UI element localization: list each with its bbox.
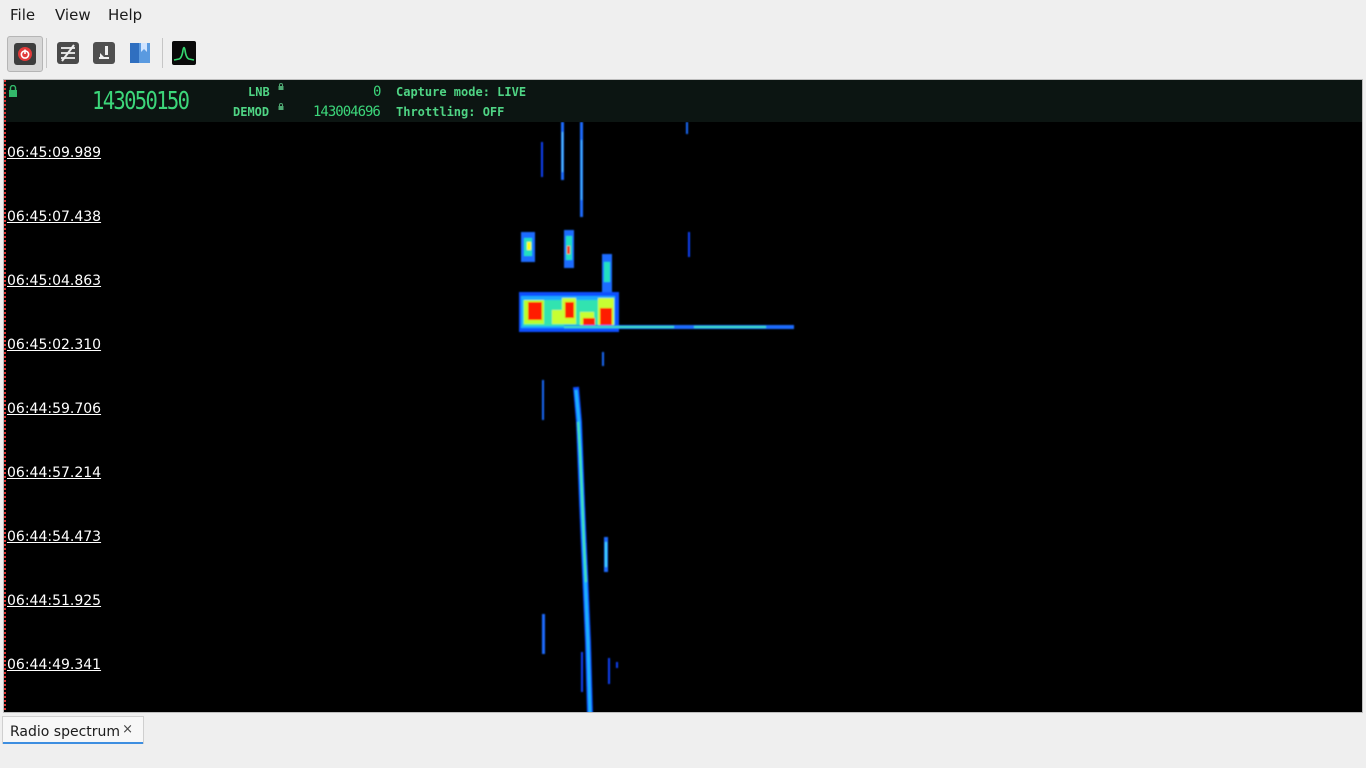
adjust-icon <box>57 42 79 64</box>
toolbar-separator <box>46 38 47 68</box>
capture-mode-status: Capture mode: LIVE <box>396 85 527 99</box>
lock-icon[interactable] <box>8 85 18 97</box>
spectrum-button[interactable] <box>167 36 201 70</box>
close-icon[interactable]: × <box>122 722 133 737</box>
power-button[interactable] <box>7 36 43 72</box>
tab-radio-spectrum[interactable]: Radio spectrum × <box>2 716 144 744</box>
demod-frequency-value[interactable]: 143004696 <box>313 104 381 120</box>
timestamp-label: 06:45:07.438 <box>7 209 102 225</box>
spectrum-view[interactable]: 143050150 LNB DEMOD 0 143004696 Capture … <box>3 79 1363 713</box>
cursor-marker <box>4 80 6 712</box>
lnb-label: LNB <box>248 85 270 99</box>
signal-traces <box>519 122 794 712</box>
timestamp-label: 06:44:57.214 <box>7 465 102 481</box>
waterfall-display[interactable] <box>4 122 1362 713</box>
settings-button[interactable] <box>51 36 85 70</box>
throttling-status: Throttling: OFF <box>396 105 505 119</box>
timestamp-label: 06:44:49.341 <box>7 657 102 673</box>
timestamp-label: 06:45:02.310 <box>7 337 102 353</box>
timestamp-label: 06:45:04.863 <box>7 273 102 289</box>
timestamp-label: 06:45:09.989 <box>7 145 102 161</box>
tab-bar: Radio spectrum × <box>0 714 1366 768</box>
bookmark-button[interactable] <box>123 36 157 70</box>
frequency-header: 143050150 LNB DEMOD 0 143004696 Capture … <box>4 80 1362 122</box>
toolbar <box>0 32 1366 74</box>
active-tab-indicator <box>3 742 143 744</box>
toolbar-separator <box>162 38 163 68</box>
power-icon <box>14 43 36 65</box>
menu-view[interactable]: View <box>55 6 91 24</box>
record-button[interactable] <box>87 36 121 70</box>
demod-label: DEMOD <box>233 105 270 119</box>
timestamp-label: 06:44:59.706 <box>7 401 102 417</box>
lnb-lock-icon[interactable] <box>278 83 284 90</box>
menu-file[interactable]: File <box>10 6 35 24</box>
demod-lock-icon[interactable] <box>278 103 284 110</box>
menubar: File View Help <box>0 0 1366 30</box>
timestamp-label: 06:44:51.925 <box>7 593 102 609</box>
spectrum-icon <box>172 41 196 65</box>
lnb-value[interactable]: 0 <box>373 84 381 100</box>
main-frequency-display[interactable]: 143050150 <box>92 86 190 115</box>
tab-label: Radio spectrum <box>10 724 121 740</box>
download-icon <box>93 42 115 64</box>
timestamp-label: 06:44:54.473 <box>7 529 102 545</box>
menu-help[interactable]: Help <box>108 6 142 24</box>
bookmark-icon <box>130 43 150 63</box>
